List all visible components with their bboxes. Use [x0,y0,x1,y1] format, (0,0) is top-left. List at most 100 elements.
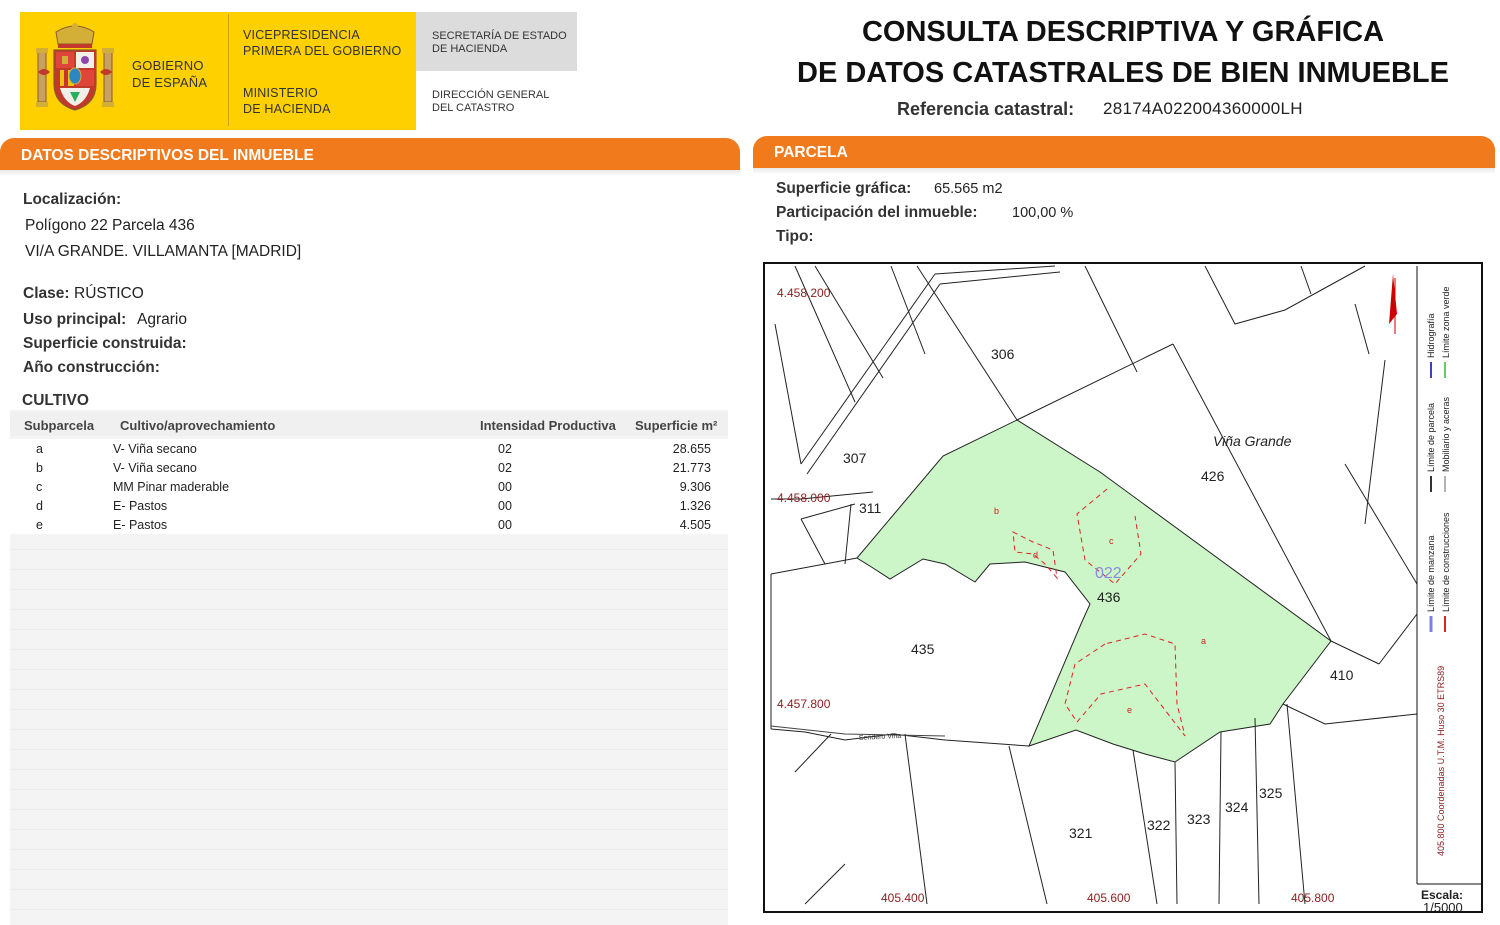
cell-intensidad: 02 [498,461,512,475]
secretaria-line1: SECRETARÍA DE ESTADO [432,30,567,42]
section-datos-descriptivos: DATOS DESCRIPTIVOS DEL INMUEBLE [0,138,740,170]
vicepresidencia-line2: PRIMERA DEL GOBIERNO [243,44,402,58]
section-shadow-left [0,170,740,176]
page-title-line1: CONSULTA DESCRIPTIVA Y GRÁFICA [861,16,1385,48]
participacion-value: 100,00 % [1012,205,1074,221]
place-name-label: Viña Grande [1213,433,1292,449]
legend-label: Límite de construcciones [1441,512,1451,612]
localizacion-line2: VI/A GRANDE. VILLAMANTA [MADRID] [25,243,302,260]
secretaria-text: SECRETARÍA DE ESTADO DE HACIENDA [432,30,567,56]
coord-y-label: 4.458.200 [777,286,831,300]
ministerio-line1: MINISTERIO [243,86,318,100]
header-divider [228,14,229,126]
clase-label: Clase: [23,285,70,302]
cell-intensidad: 00 [498,499,512,513]
col-superficie: Superficie m² [635,418,718,433]
section-shadow-right [753,168,1495,174]
legend-label: Límite zona verde [1441,286,1451,358]
clase-value: RÚSTICO [74,285,144,302]
ref-catastral-value[interactable]: 28174A022004360000LH [1103,99,1303,119]
polygon-code-label: 022 [1095,565,1122,582]
cultivo-table-header [10,412,728,436]
parcel-number[interactable]: 435 [911,641,935,657]
parcel-map-drawing: 306 307 311 426 435 436 410 321 322 323 … [770,265,1481,911]
participacion-label: Participación del inmueble: [776,204,978,221]
parcel-number[interactable]: 322 [1147,817,1171,833]
uso-principal-value: Agrario [137,311,187,328]
gobierno-line1: GOBIERNO [132,58,204,73]
cell-superficie: 21.773 [672,461,711,475]
legend-label: Mobiliario y aceras [1441,396,1451,472]
col-cultivo: Cultivo/aprovechamiento [120,418,276,433]
secretaria-line2: DE HACIENDA [432,43,508,55]
scale-value: 1/5000 [1423,900,1463,911]
parcel-number[interactable]: 324 [1225,799,1249,815]
cell-cultivo: V- Viña secano [113,461,197,475]
coord-x-label: 405.800 [1291,891,1335,905]
cell-subparcela: c [36,480,43,494]
cell-cultivo: E- Pastos [113,518,168,532]
cell-superficie: 9.306 [679,480,711,494]
superficie-construida-label: Superficie construida: [23,335,187,352]
vicepresidencia-line1: VICEPRESIDENCIA [243,28,360,42]
north-arrow-icon [1389,274,1397,324]
tipo-label: Tipo: [776,228,814,245]
superficie-grafica-value: 65.565 m2 [934,181,1003,197]
parcel-number[interactable]: 325 [1259,785,1283,801]
parcel-number[interactable]: 307 [843,450,867,466]
ministerio-text: MINISTERIO DE HACIENDA [243,85,331,117]
cell-superficie: 4.505 [679,518,711,532]
subparcel-letter: b [994,506,999,516]
coord-x-label: 405.600 [1087,891,1131,905]
cell-superficie: 1.326 [679,499,711,513]
coord-y-label: 4.457.800 [777,697,831,711]
direccion-catastro-text: DIRECCIÓN GENERAL DEL CATASTRO [432,89,549,115]
parcel-number[interactable]: 323 [1187,811,1211,827]
legend-label: Límite de parcela [1426,403,1436,472]
ministerio-line2: DE HACIENDA [243,102,331,116]
parcel-number[interactable]: 306 [991,346,1015,362]
cell-subparcela: d [36,499,43,513]
localizacion-line1: Polígono 22 Parcela 436 [25,217,195,234]
direccion-line2: DEL CATASTRO [432,102,515,114]
cell-intensidad: 02 [498,442,512,456]
gobierno-line2: DE ESPAÑA [132,75,208,90]
cell-subparcela: a [36,442,43,456]
superficie-grafica-label: Superficie gráfica: [776,180,912,197]
parcel-number[interactable]: 410 [1330,667,1354,683]
cell-intensidad: 00 [498,518,512,532]
legend-label: Límite de manzana [1426,535,1436,612]
coord-y-label: 4.458.000 [777,491,831,505]
page-title-line2: DE DATOS CATASTRALES DE BIEN INMUEBLE [797,57,1449,89]
cell-subparcela: e [36,518,43,532]
col-intensidad: Intensidad Productiva [480,418,616,433]
page-title: CONSULTA DESCRIPTIVA Y GRÁFICA DE DATOS … [760,12,1486,94]
cell-cultivo: E- Pastos [113,499,168,513]
localizacion-label: Localización: [23,191,122,208]
coord-x-label: 405.400 [881,891,925,905]
legend-label: Hidrografía [1426,313,1436,358]
cell-intensidad: 00 [498,480,512,494]
cell-subparcela: b [36,461,43,475]
section-parcela: PARCELA [753,136,1495,168]
cell-cultivo: V- Viña secano [113,442,197,456]
vicepresidencia-text: VICEPRESIDENCIA PRIMERA DEL GOBIERNO [243,27,401,59]
subparcel-letter: d [1033,550,1038,560]
cell-cultivo: MM Pinar maderable [113,480,230,494]
parcel-number[interactable]: 436 [1097,589,1121,605]
parcel-number[interactable]: 321 [1069,825,1093,841]
parcel-map[interactable]: 306 307 311 426 435 436 410 321 322 323 … [763,262,1483,913]
direccion-line1: DIRECCIÓN GENERAL [432,89,550,101]
uso-principal-label: Uso principal: [23,311,127,328]
cultivo-title: CULTIVO [22,392,89,409]
parcel-number[interactable]: 426 [1201,468,1225,484]
parcel-436-area[interactable] [856,419,1332,763]
road-label: Sendero Viña [859,733,902,742]
coat-of-arms-icon [36,23,114,111]
subparcel-letter: c [1109,536,1114,546]
cell-superficie: 28.655 [672,442,711,456]
col-subparcela: Subparcela [24,418,95,433]
anio-construccion-label: Año construcción: [23,359,160,376]
utm-label: 405.800 Coordenadas U.T.M. Huso 30 ETRS8… [1436,666,1446,856]
parcel-number[interactable]: 311 [859,500,882,516]
